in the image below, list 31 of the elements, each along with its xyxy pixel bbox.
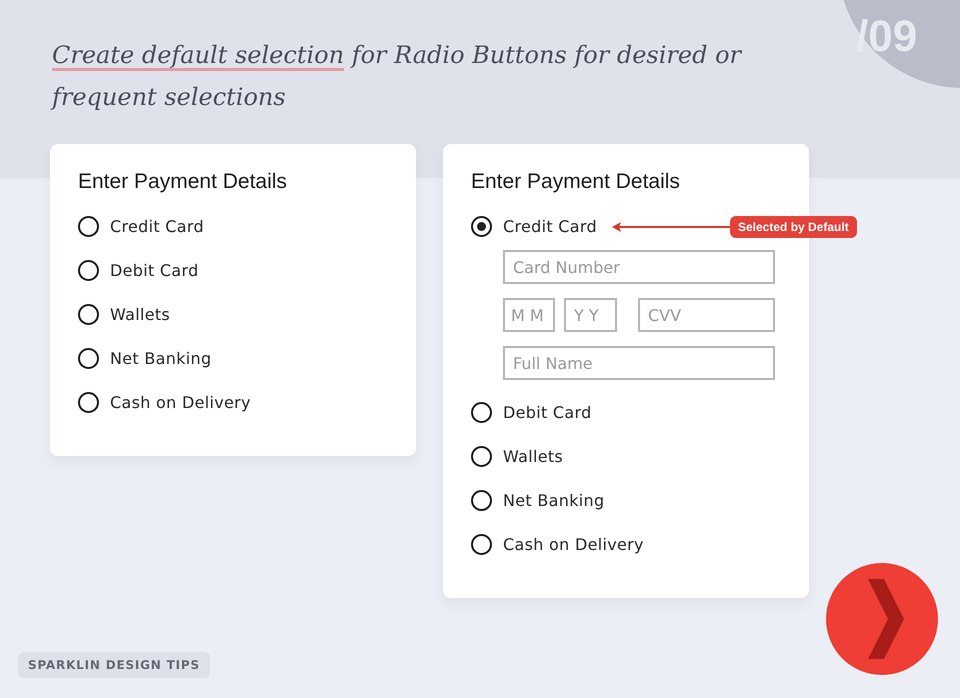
chevron-icon: [866, 577, 906, 661]
radio-button[interactable]: [471, 490, 492, 511]
radio-button[interactable]: [471, 216, 492, 237]
radio-button[interactable]: [78, 260, 99, 281]
option-label[interactable]: Wallets: [503, 447, 564, 466]
radio-button[interactable]: [78, 304, 99, 325]
card-title: Enter Payment Details: [78, 169, 288, 195]
callout-tag: Selected by Default: [730, 216, 857, 238]
input-field[interactable]: M M: [503, 298, 555, 332]
input-field[interactable]: CVV: [638, 298, 775, 332]
option-label[interactable]: Wallets: [110, 305, 170, 324]
input-field[interactable]: Y Y: [564, 298, 617, 332]
option-label[interactable]: Cash on Delivery: [110, 393, 251, 412]
heading: Create default selection for Radio Buttons for desired or frequent selections: [52, 40, 744, 113]
option-label[interactable]: Debit Card: [110, 261, 199, 280]
radio-button[interactable]: [471, 446, 492, 467]
option-label[interactable]: Net Banking: [503, 491, 604, 510]
input-field[interactable]: Full Name: [503, 346, 775, 380]
option-label[interactable]: Cash on Delivery: [503, 535, 644, 554]
radio-button[interactable]: [78, 392, 99, 413]
card-title: Enter Payment Details: [471, 169, 681, 195]
option-label[interactable]: Net Banking: [110, 349, 212, 368]
radio-button[interactable]: [471, 534, 492, 555]
footer-badge: SPARKLIN DESIGN TIPS: [18, 652, 210, 678]
option-label[interactable]: Debit Card: [503, 403, 592, 422]
option-label[interactable]: Credit Card: [110, 217, 204, 236]
radio-button[interactable]: [78, 216, 99, 237]
radio-button[interactable]: [471, 402, 492, 423]
radio-button[interactable]: [78, 348, 99, 369]
input-field[interactable]: Card Number: [503, 250, 775, 284]
option-label[interactable]: Credit Card: [503, 217, 597, 236]
